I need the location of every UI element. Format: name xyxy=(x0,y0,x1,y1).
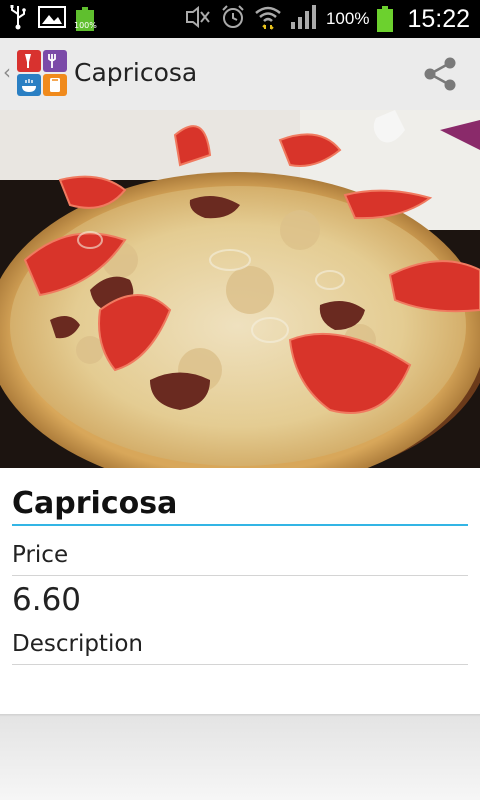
status-right-icons: 100% 15:22 xyxy=(184,0,470,38)
item-name: Capricosa xyxy=(12,486,178,521)
status-left-icons: 100% xyxy=(8,4,97,34)
price-label: Price xyxy=(12,542,69,568)
battery-icon xyxy=(377,6,394,32)
battery-percent: 100% xyxy=(325,9,370,28)
share-button[interactable] xyxy=(420,54,460,94)
wifi-icon xyxy=(254,4,282,34)
signal-icon xyxy=(290,4,318,34)
price-label-divider xyxy=(12,575,468,576)
battery-full-icon: 100% xyxy=(74,7,97,31)
mute-icon xyxy=(184,5,212,32)
pizza-photo xyxy=(0,110,480,468)
battery-small-label: 100% xyxy=(74,21,97,30)
page-title: Capricosa xyxy=(74,58,198,87)
share-icon xyxy=(424,57,456,91)
status-time: 15:22 xyxy=(407,4,470,33)
up-chevron-icon[interactable]: ‹ xyxy=(3,60,11,84)
action-bar: ‹ Capricosa xyxy=(0,38,480,111)
title-divider xyxy=(12,524,468,526)
restaurant-menu-icon[interactable] xyxy=(17,50,67,96)
image-icon xyxy=(38,5,66,33)
bottom-empty-area xyxy=(0,717,480,800)
description-label-divider xyxy=(12,664,468,665)
description-label: Description xyxy=(12,631,143,657)
status-bar: 100% 100% 15:22 xyxy=(0,0,480,38)
alarm-icon xyxy=(220,4,246,34)
price-value: 6.60 xyxy=(12,582,82,618)
usb-icon xyxy=(8,4,28,34)
